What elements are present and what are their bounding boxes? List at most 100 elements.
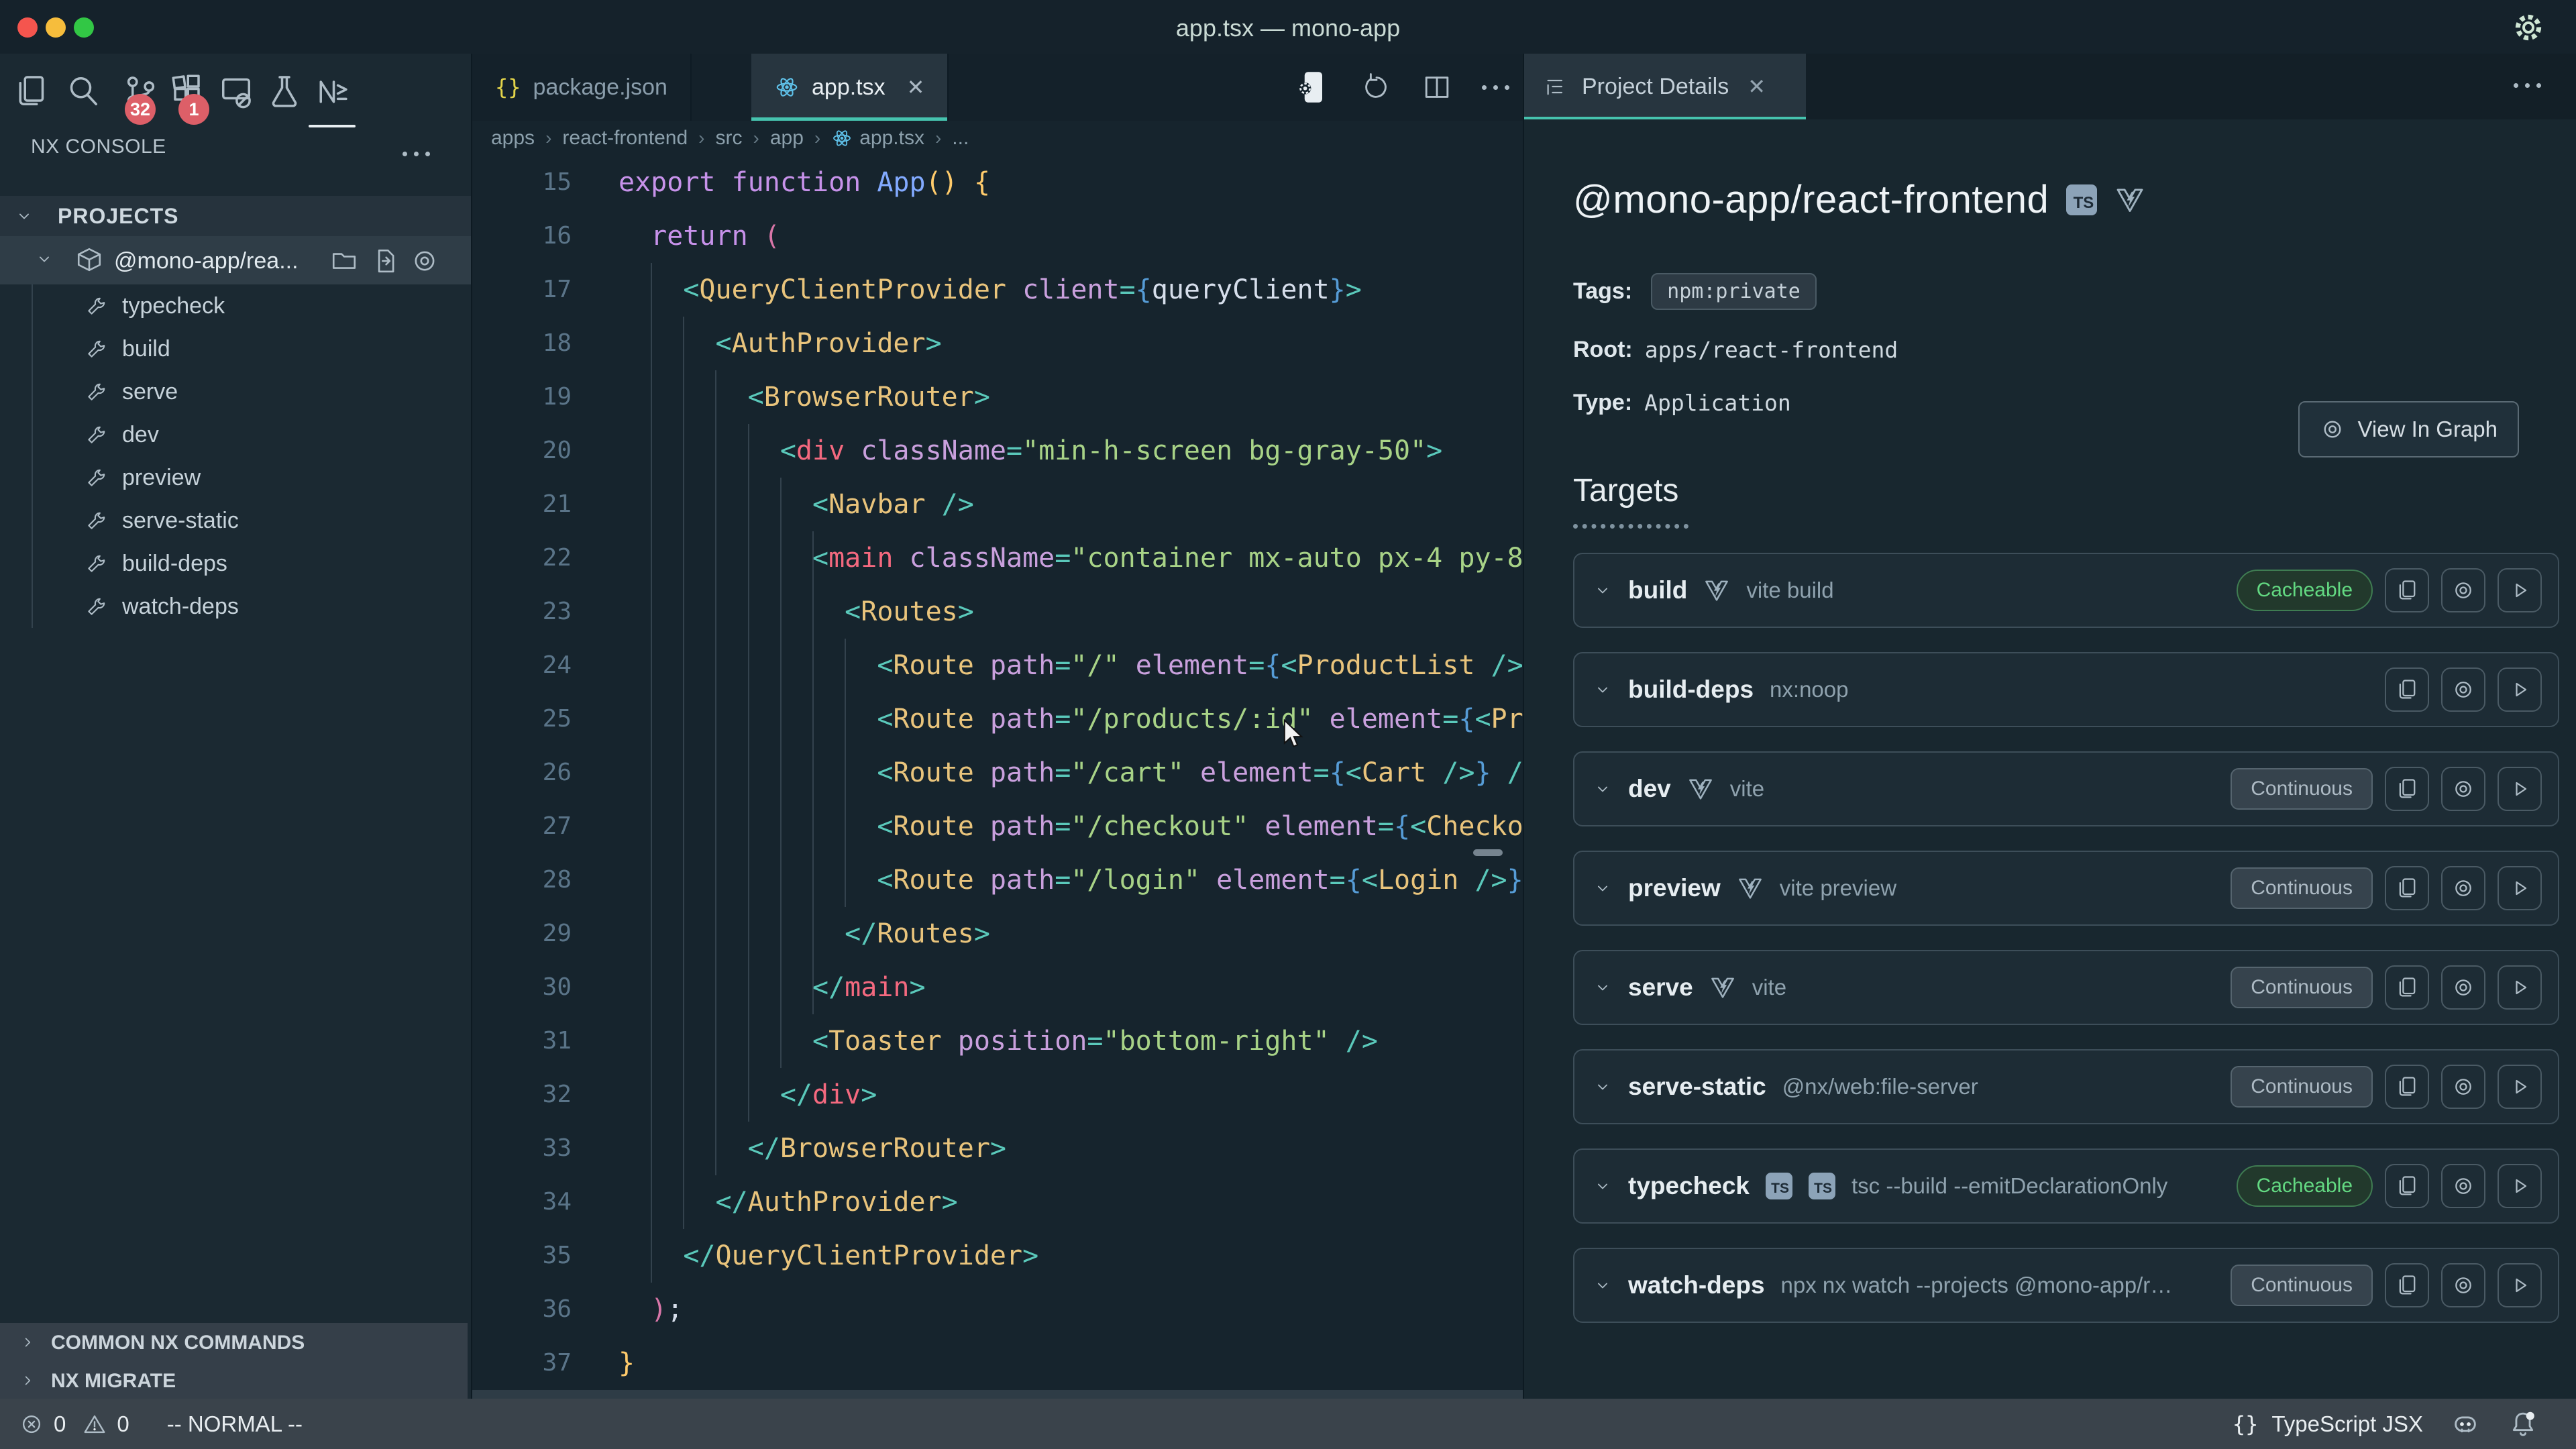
tab-app.tsx[interactable]: app.tsx✕ — [751, 54, 949, 121]
code-line-36[interactable]: 36 ); — [472, 1283, 1523, 1336]
code-line-24[interactable]: 24 <Route path="/" element={<ProductList… — [472, 639, 1523, 692]
code-line-19[interactable]: 19 <BrowserRouter> — [472, 370, 1523, 424]
play-button[interactable] — [2498, 767, 2542, 811]
tab-package.json[interactable]: {}package.json — [472, 54, 692, 121]
play-button[interactable] — [2498, 1263, 2542, 1307]
code-line-35[interactable]: 35 </QueryClientProvider> — [472, 1229, 1523, 1283]
code-line-26[interactable]: 26 <Route path="/cart" element={<Cart />… — [472, 746, 1523, 800]
sidebar-item-watch-deps[interactable]: watch-deps — [0, 585, 471, 628]
copy-button[interactable] — [2385, 568, 2429, 612]
section-nx-migrate[interactable]: NX MIGRATE — [0, 1361, 468, 1399]
play-button[interactable] — [2498, 866, 2542, 910]
code-line-30[interactable]: 30 </main> — [472, 961, 1523, 1014]
code-line-31[interactable]: 31 <Toaster position="bottom-right" /> — [472, 1014, 1523, 1068]
code-line-38[interactable]: 38 — [472, 1390, 1523, 1399]
target-card-preview[interactable]: previewvite previewContinuous — [1573, 851, 2559, 926]
copy-button[interactable] — [2385, 965, 2429, 1010]
code-line-33[interactable]: 33 </BrowserRouter> — [472, 1122, 1523, 1175]
eye-button[interactable] — [2441, 1065, 2485, 1109]
code-line-21[interactable]: 21 <Navbar /> — [472, 478, 1523, 531]
sidebar-item-serve[interactable]: serve — [0, 370, 471, 413]
breadcrumb-item[interactable]: app — [770, 127, 804, 150]
problems-indicator[interactable]: 0 0 — [19, 1411, 129, 1437]
copy-button[interactable] — [2385, 1164, 2429, 1208]
copy-button[interactable] — [2385, 767, 2429, 811]
panel-more-icon[interactable] — [2514, 83, 2541, 88]
code-line-15[interactable]: 15export function App() { — [472, 156, 1523, 209]
play-button[interactable] — [2498, 1164, 2542, 1208]
target-card-serve[interactable]: serveviteContinuous — [1573, 950, 2559, 1025]
goto-file-icon[interactable] — [370, 247, 398, 275]
play-button[interactable] — [2498, 1065, 2542, 1109]
search-icon[interactable] — [64, 72, 102, 110]
play-button[interactable] — [2498, 568, 2542, 612]
code-line-34[interactable]: 34 </AuthProvider> — [472, 1175, 1523, 1229]
code-line-18[interactable]: 18 <AuthProvider> — [472, 317, 1523, 370]
section-common-nx-commands[interactable]: COMMON NX COMMANDS — [0, 1323, 468, 1361]
copy-button[interactable] — [2385, 667, 2429, 712]
sidebar-item-typecheck[interactable]: typecheck — [0, 284, 471, 327]
target-card-build[interactable]: buildvite buildCacheable — [1573, 553, 2559, 628]
copilot-icon[interactable] — [2450, 1409, 2481, 1440]
code-line-20[interactable]: 20 <div className="min-h-screen bg-gray-… — [472, 424, 1523, 478]
bell-icon[interactable] — [2508, 1409, 2538, 1440]
eye-button[interactable] — [2441, 767, 2485, 811]
copy-button[interactable] — [2385, 1263, 2429, 1307]
code-line-16[interactable]: 16 return ( — [472, 209, 1523, 263]
folder-icon[interactable] — [330, 247, 358, 275]
remote-explorer-icon[interactable] — [217, 72, 255, 110]
code-line-17[interactable]: 17 <QueryClientProvider client={queryCli… — [472, 263, 1523, 317]
eye-button[interactable] — [2441, 568, 2485, 612]
close-icon[interactable]: ✕ — [1748, 74, 1766, 99]
play-button[interactable] — [2498, 667, 2542, 712]
sidebar-item-build-deps[interactable]: build-deps — [0, 542, 471, 585]
nx-console-icon[interactable] — [313, 72, 350, 110]
split-editor-icon[interactable] — [1421, 72, 1452, 103]
language-indicator[interactable]: {} TypeScript JSX — [2233, 1411, 2423, 1437]
code-line-29[interactable]: 29 </Routes> — [472, 907, 1523, 961]
testing-flask-icon[interactable] — [266, 72, 303, 110]
breadcrumb-item[interactable]: apps — [491, 127, 535, 150]
code-line-37[interactable]: 37} — [472, 1336, 1523, 1390]
target-icon[interactable] — [411, 247, 439, 275]
target-card-build-deps[interactable]: build-depsnx:noop — [1573, 652, 2559, 727]
sidebar-item-serve-static[interactable]: serve-static — [0, 499, 471, 542]
editor-more-icon[interactable] — [1482, 85, 1509, 90]
play-button[interactable] — [2498, 965, 2542, 1010]
open-project-details-icon[interactable] — [1294, 68, 1332, 106]
tab-project-details[interactable]: Project Details ✕ — [1524, 54, 1806, 119]
code-line-25[interactable]: 25 <Route path="/products/:id" element={… — [472, 692, 1523, 746]
close-icon[interactable]: ✕ — [907, 74, 925, 100]
projects-section-header[interactable]: PROJECTS — [0, 196, 471, 236]
refresh-icon[interactable] — [1361, 72, 1392, 103]
project-row-selected[interactable]: @mono-app/rea... — [0, 236, 471, 284]
sidebar-more-icon[interactable] — [402, 152, 430, 156]
gear-icon[interactable] — [2512, 11, 2545, 44]
eye-button[interactable] — [2441, 667, 2485, 712]
code-editor[interactable]: 15export function App() {16 return (17 <… — [472, 156, 1523, 1399]
code-line-32[interactable]: 32 </div> — [472, 1068, 1523, 1122]
eye-button[interactable] — [2441, 866, 2485, 910]
breadcrumb-item[interactable]: src — [716, 127, 743, 150]
code-line-23[interactable]: 23 <Routes> — [472, 585, 1523, 639]
code-line-27[interactable]: 27 <Route path="/checkout" element={<Che… — [472, 800, 1523, 853]
target-card-dev[interactable]: devviteContinuous — [1573, 751, 2559, 826]
files-icon[interactable] — [12, 72, 50, 110]
copy-button[interactable] — [2385, 1065, 2429, 1109]
code-line-28[interactable]: 28 <Route path="/login" element={<Login … — [472, 853, 1523, 907]
target-card-serve-static[interactable]: serve-static@nx/web:file-serverContinuou… — [1573, 1049, 2559, 1124]
breadcrumb-item[interactable]: ... — [952, 127, 969, 150]
view-in-graph-button[interactable]: View In Graph — [2298, 401, 2519, 458]
eye-button[interactable] — [2441, 965, 2485, 1010]
target-card-typecheck[interactable]: typecheckTSTStsc --build --emitDeclarati… — [1573, 1148, 2559, 1224]
breadcrumb-item[interactable]: react-frontend — [562, 127, 688, 150]
sidebar-item-dev[interactable]: dev — [0, 413, 471, 456]
vim-mode-indicator[interactable]: -- NORMAL -- — [167, 1411, 303, 1437]
copy-button[interactable] — [2385, 866, 2429, 910]
sidebar-item-preview[interactable]: preview — [0, 456, 471, 499]
eye-button[interactable] — [2441, 1263, 2485, 1307]
sidebar-item-build[interactable]: build — [0, 327, 471, 370]
code-line-22[interactable]: 22 <main className="container mx-auto px… — [472, 531, 1523, 585]
target-card-watch-deps[interactable]: watch-depsnpx nx watch --projects @mono-… — [1573, 1248, 2559, 1323]
eye-button[interactable] — [2441, 1164, 2485, 1208]
